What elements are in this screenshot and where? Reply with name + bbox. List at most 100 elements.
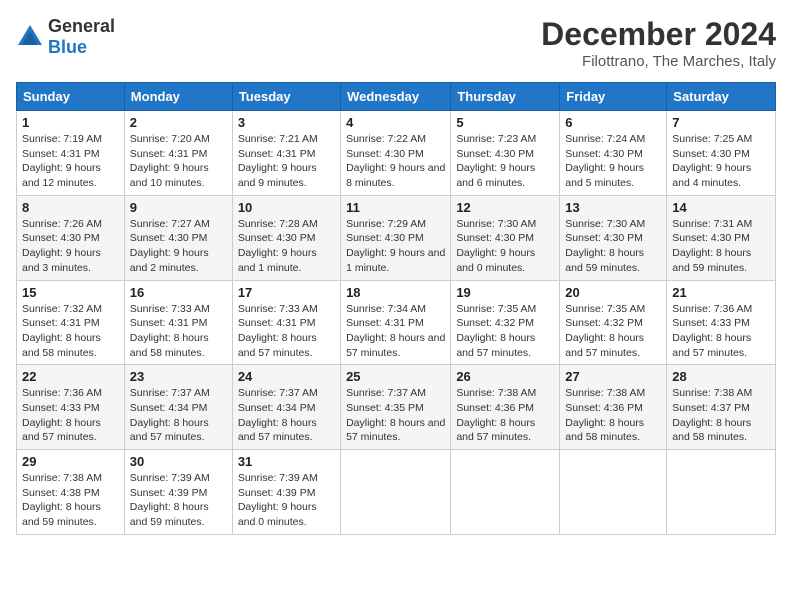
table-row: 10Sunrise: 7:28 AMSunset: 4:30 PMDayligh… [232,195,340,280]
day-number: 23 [130,369,227,384]
month-title: December 2024 [541,16,776,53]
day-number: 20 [565,285,661,300]
day-number: 29 [22,454,119,469]
day-detail: Sunrise: 7:19 AMSunset: 4:31 PMDaylight:… [22,132,119,191]
day-number: 9 [130,200,227,215]
day-number: 17 [238,285,335,300]
day-detail: Sunrise: 7:34 AMSunset: 4:31 PMDaylight:… [346,302,445,361]
day-number: 21 [672,285,770,300]
day-number: 26 [456,369,554,384]
day-detail: Sunrise: 7:24 AMSunset: 4:30 PMDaylight:… [565,132,661,191]
table-row: 28 Sunrise: 7:38 AMSunset: 4:37 PMDayligh… [667,365,776,450]
day-number: 19 [456,285,554,300]
title-area: December 2024 Filottrano, The Marches, I… [541,16,776,70]
day-number: 6 [565,115,661,130]
day-number: 16 [130,285,227,300]
table-row: 11Sunrise: 7:29 AMSunset: 4:30 PMDayligh… [341,195,451,280]
day-number: 18 [346,285,445,300]
header-monday: Monday [124,83,232,111]
table-row [451,450,560,535]
location-subtitle: Filottrano, The Marches, Italy [541,53,776,70]
day-number: 24 [238,369,335,384]
day-detail: Sunrise: 7:39 AMSunset: 4:39 PMDaylight:… [130,471,227,530]
header: General Blue December 2024 Filottrano, T… [16,16,776,70]
logo-text-general: General [48,16,115,36]
table-row: 27 Sunrise: 7:38 AMSunset: 4:36 PMDayligh… [560,365,667,450]
day-detail: Sunrise: 7:31 AMSunset: 4:30 PMDaylight:… [672,217,770,276]
day-detail: Sunrise: 7:32 AMSunset: 4:31 PMDaylight:… [22,302,119,361]
table-row: 5Sunrise: 7:23 AMSunset: 4:30 PMDaylight… [451,111,560,196]
table-row: 9 Sunrise: 7:27 AMSunset: 4:30 PMDaylight… [124,195,232,280]
day-number: 8 [22,200,119,215]
day-number: 15 [22,285,119,300]
day-number: 28 [672,369,770,384]
table-row [560,450,667,535]
table-row: 1Sunrise: 7:19 AMSunset: 4:31 PMDaylight… [17,111,125,196]
header-thursday: Thursday [451,83,560,111]
day-detail: Sunrise: 7:33 AMSunset: 4:31 PMDaylight:… [238,302,335,361]
day-detail: Sunrise: 7:37 AMSunset: 4:34 PMDaylight:… [238,386,335,445]
table-row: 2Sunrise: 7:20 AMSunset: 4:31 PMDaylight… [124,111,232,196]
table-row: 13 Sunrise: 7:30 AMSunset: 4:30 PMDayligh… [560,195,667,280]
logo: General Blue [16,16,115,58]
table-row: 29 Sunrise: 7:38 AMSunset: 4:38 PMDayligh… [17,450,125,535]
table-row: 6 Sunrise: 7:24 AMSunset: 4:30 PMDaylight… [560,111,667,196]
table-row: 12Sunrise: 7:30 AMSunset: 4:30 PMDayligh… [451,195,560,280]
table-row: 4Sunrise: 7:22 AMSunset: 4:30 PMDaylight… [341,111,451,196]
day-detail: Sunrise: 7:26 AMSunset: 4:30 PMDaylight:… [22,217,119,276]
table-row: 23Sunrise: 7:37 AMSunset: 4:34 PMDayligh… [124,365,232,450]
calendar-table: Sunday Monday Tuesday Wednesday Thursday… [16,82,776,535]
table-row [341,450,451,535]
calendar-week-row: 1Sunrise: 7:19 AMSunset: 4:31 PMDaylight… [17,111,776,196]
day-detail: Sunrise: 7:23 AMSunset: 4:30 PMDaylight:… [456,132,554,191]
day-detail: Sunrise: 7:27 AMSunset: 4:30 PMDaylight:… [130,217,227,276]
table-row: 18 Sunrise: 7:34 AMSunset: 4:31 PMDayligh… [341,280,451,365]
calendar-week-row: 29 Sunrise: 7:38 AMSunset: 4:38 PMDayligh… [17,450,776,535]
day-detail: Sunrise: 7:35 AMSunset: 4:32 PMDaylight:… [456,302,554,361]
calendar-week-row: 15 Sunrise: 7:32 AMSunset: 4:31 PMDayligh… [17,280,776,365]
day-detail: Sunrise: 7:25 AMSunset: 4:30 PMDaylight:… [672,132,770,191]
table-row [667,450,776,535]
day-number: 25 [346,369,445,384]
day-detail: Sunrise: 7:38 AMSunset: 4:36 PMDaylight:… [456,386,554,445]
day-detail: Sunrise: 7:30 AMSunset: 4:30 PMDaylight:… [565,217,661,276]
table-row: 20 Sunrise: 7:35 AMSunset: 4:32 PMDayligh… [560,280,667,365]
table-row: 15 Sunrise: 7:32 AMSunset: 4:31 PMDayligh… [17,280,125,365]
table-row: 3 Sunrise: 7:21 AMSunset: 4:31 PMDaylight… [232,111,340,196]
calendar-week-row: 22 Sunrise: 7:36 AMSunset: 4:33 PMDayligh… [17,365,776,450]
header-saturday: Saturday [667,83,776,111]
day-detail: Sunrise: 7:38 AMSunset: 4:38 PMDaylight:… [22,471,119,530]
day-detail: Sunrise: 7:21 AMSunset: 4:31 PMDaylight:… [238,132,335,191]
calendar-week-row: 8 Sunrise: 7:26 AMSunset: 4:30 PMDaylight… [17,195,776,280]
table-row: 21Sunrise: 7:36 AMSunset: 4:33 PMDayligh… [667,280,776,365]
header-tuesday: Tuesday [232,83,340,111]
table-row: 30 Sunrise: 7:39 AMSunset: 4:39 PMDayligh… [124,450,232,535]
logo-icon [16,23,44,51]
day-detail: Sunrise: 7:37 AMSunset: 4:35 PMDaylight:… [346,386,445,445]
day-detail: Sunrise: 7:39 AMSunset: 4:39 PMDaylight:… [238,471,335,530]
header-friday: Friday [560,83,667,111]
day-detail: Sunrise: 7:30 AMSunset: 4:30 PMDaylight:… [456,217,554,276]
day-number: 27 [565,369,661,384]
day-number: 4 [346,115,445,130]
table-row: 24 Sunrise: 7:37 AMSunset: 4:34 PMDayligh… [232,365,340,450]
day-number: 13 [565,200,661,215]
table-row: 16 Sunrise: 7:33 AMSunset: 4:31 PMDayligh… [124,280,232,365]
day-detail: Sunrise: 7:36 AMSunset: 4:33 PMDaylight:… [22,386,119,445]
day-number: 7 [672,115,770,130]
day-detail: Sunrise: 7:20 AMSunset: 4:31 PMDaylight:… [130,132,227,191]
day-detail: Sunrise: 7:33 AMSunset: 4:31 PMDaylight:… [130,302,227,361]
header-wednesday: Wednesday [341,83,451,111]
day-number: 30 [130,454,227,469]
day-number: 10 [238,200,335,215]
table-row: 17 Sunrise: 7:33 AMSunset: 4:31 PMDayligh… [232,280,340,365]
logo-text-blue: Blue [48,37,87,57]
table-row: 8 Sunrise: 7:26 AMSunset: 4:30 PMDaylight… [17,195,125,280]
day-detail: Sunrise: 7:38 AMSunset: 4:36 PMDaylight:… [565,386,661,445]
day-number: 3 [238,115,335,130]
day-detail: Sunrise: 7:38 AMSunset: 4:37 PMDaylight:… [672,386,770,445]
day-number: 22 [22,369,119,384]
table-row: 31Sunrise: 7:39 AMSunset: 4:39 PMDayligh… [232,450,340,535]
header-sunday: Sunday [17,83,125,111]
day-detail: Sunrise: 7:35 AMSunset: 4:32 PMDaylight:… [565,302,661,361]
